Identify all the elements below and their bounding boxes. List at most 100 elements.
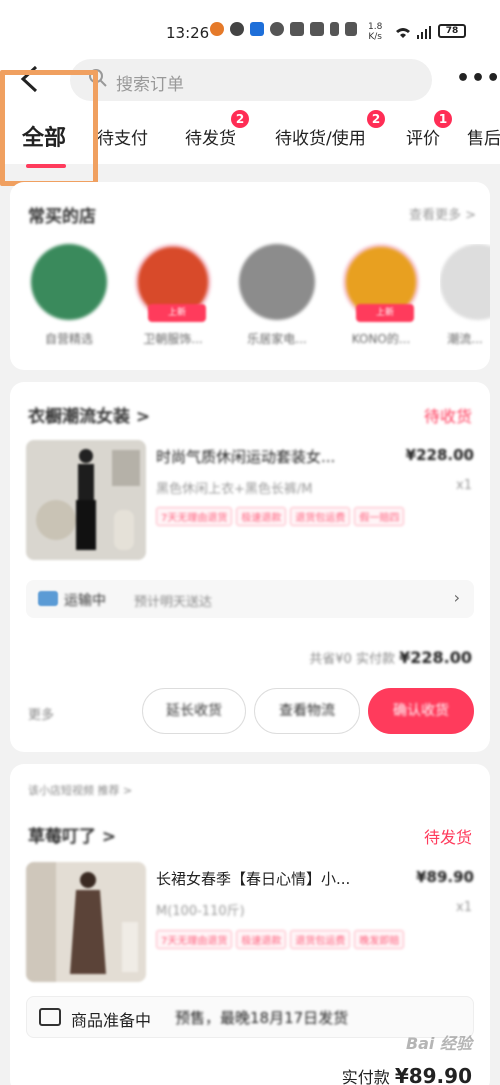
button-label: 查看物流 <box>279 703 335 719</box>
chevron-right-icon: › <box>453 588 460 607</box>
frequent-shops-card: 常买的店 查看更多 > 自营精选 上新 卫朝服饰... 乐居家电... 上新 K… <box>10 182 490 370</box>
button-label: 确认收货 <box>393 703 449 719</box>
network-speed: 1.8 K/s <box>368 22 382 42</box>
shop-item[interactable]: 乐居家电... <box>232 244 322 347</box>
tab-label: 售后 <box>467 129 500 149</box>
view-more-link[interactable]: 查看更多 > <box>409 204 476 223</box>
product-image[interactable] <box>26 862 146 982</box>
tab-badge: 2 <box>231 110 249 128</box>
total-label: 实付款 <box>355 652 395 667</box>
product-spec: 黑色休闲上衣+黑色长裤/M <box>156 482 313 497</box>
confirm-receipt-button[interactable]: 确认收货 <box>368 688 474 734</box>
tab-badge: 1 <box>434 110 452 128</box>
total-savings: 共省¥0 <box>309 652 352 667</box>
order-paid-total: 实付款 ¥89.90 <box>342 1064 472 1085</box>
shop-item[interactable]: 上新 卫朝服饰... <box>128 244 218 347</box>
nfc-icon <box>290 22 304 36</box>
order-shop-name[interactable]: 衣橱潮流女装 > <box>28 402 150 427</box>
status-notification-icons <box>210 22 357 36</box>
service-chip: 退货包运费 <box>290 507 351 526</box>
status-time: 13:26 <box>166 24 210 42</box>
status-bar: 13:26 1.8 K/s 78 <box>0 0 500 56</box>
order-card[interactable]: 衣橱潮流女装 > 待收货 时尚气质休闲运动套装女... ¥228.00 黑色休闲… <box>10 382 490 752</box>
product-quantity: x1 <box>456 478 472 493</box>
product-title[interactable]: 长裙女春季【春日心情】小... <box>156 868 386 889</box>
tab-pending-shipment[interactable]: 待发货 2 <box>185 110 249 149</box>
service-chips: 7天无理由退货 极速退款 退货包运费 晚发即赔 <box>156 930 405 949</box>
shop-tag: 上新 <box>148 304 206 322</box>
shipment-detail: 预售，最晚18月17日发货 <box>175 1009 349 1027</box>
order-shop-name[interactable]: 草莓叮了 > <box>28 822 116 847</box>
logistics-detail: 预计明天送达 <box>134 595 213 610</box>
tab-label: 待发货 <box>185 129 236 149</box>
service-chip: 7天无理由退货 <box>156 507 233 526</box>
package-icon <box>39 1008 61 1026</box>
shop-name: 乐居家电... <box>247 332 307 346</box>
network-speed-unit: K/s <box>368 32 382 42</box>
shop-avatar <box>31 244 107 320</box>
vibrate-icon <box>310 22 324 36</box>
tab-badge: 2 <box>367 110 385 128</box>
service-chip: 退货包运费 <box>290 930 351 949</box>
paid-amount: ¥89.90 <box>394 1064 472 1085</box>
service-chips: 7天无理由退货 极速退款 退货包运费 假一赔四 <box>156 507 405 526</box>
product-spec: M(100-110斤) <box>156 904 245 919</box>
network-speed-value: 1.8 <box>368 22 383 32</box>
section-title: 常买的店 <box>28 207 96 227</box>
service-chip: 假一赔四 <box>354 507 405 526</box>
shop-name: 自营精选 <box>44 332 93 346</box>
search-placeholder: 搜索订单 <box>116 75 184 95</box>
shop-name: 潮流... <box>447 332 483 346</box>
total-amount: ¥228.00 <box>399 648 472 667</box>
wifi-signal-icon <box>395 26 431 43</box>
product-price: ¥228.00 <box>405 446 474 464</box>
tab-label: 评价 <box>406 129 440 149</box>
service-chip: 极速退款 <box>236 930 287 949</box>
tab-pending-payment[interactable]: 待支付 <box>97 124 148 149</box>
order-total: 共省¥0 实付款 ¥228.00 <box>309 648 472 667</box>
app-notification-icon <box>250 22 264 36</box>
service-chip: 晚发即赔 <box>354 930 405 949</box>
shop-tag: 上新 <box>356 304 414 322</box>
search-input[interactable]: 搜索订单 <box>70 59 432 101</box>
product-price: ¥89.90 <box>416 868 474 886</box>
service-chip: 极速退款 <box>236 507 287 526</box>
button-label: 延长收货 <box>166 703 222 719</box>
order-status: 待收货 <box>423 407 472 426</box>
paid-label: 实付款 <box>341 1068 390 1085</box>
order-status: 待发货 <box>423 828 472 847</box>
shipment-status: 商品准备中 <box>71 1011 152 1030</box>
more-options-button[interactable]: ••• <box>456 66 500 91</box>
shop-item[interactable]: 潮流... <box>440 244 490 347</box>
battery-icon: 78 <box>438 24 466 38</box>
tab-label: 待收货/使用 <box>275 129 366 149</box>
view-logistics-button[interactable]: 查看物流 <box>254 688 360 734</box>
product-image[interactable] <box>26 440 146 560</box>
logistics-status: 运输中 <box>64 593 106 609</box>
bluetooth-icon <box>330 22 339 36</box>
product-quantity: x1 <box>456 900 472 915</box>
shop-item[interactable]: 自营精选 <box>24 244 114 347</box>
product-title[interactable]: 时尚气质休闲运动套装女... <box>156 446 386 467</box>
logistics-row[interactable]: 运输中 预计明天送达 › <box>26 580 474 618</box>
tab-label: 待支付 <box>97 129 148 149</box>
tab-after-sales[interactable]: 售后 <box>467 124 500 149</box>
shop-name: 卫朝服饰... <box>143 332 203 346</box>
shop-tagline[interactable]: 该小店短视频 推荐 > <box>28 782 132 798</box>
settings-icon <box>270 22 284 36</box>
shop-avatar <box>440 244 490 320</box>
tab-pending-receipt[interactable]: 待收货/使用 2 <box>275 110 385 149</box>
annotation-highlight-box <box>0 70 98 186</box>
shop-name: KONO的... <box>351 332 411 346</box>
shop-avatar <box>239 244 315 320</box>
truck-icon <box>38 591 58 606</box>
service-chip: 7天无理由退货 <box>156 930 233 949</box>
extend-receipt-button[interactable]: 延长收货 <box>142 688 246 734</box>
shop-item[interactable]: 上新 KONO的... <box>336 244 426 347</box>
app-notification-icon <box>210 22 224 36</box>
more-actions-link[interactable]: 更多 <box>28 704 54 723</box>
watermark: Bai 经验 <box>405 1034 472 1053</box>
mute-icon <box>345 22 357 36</box>
wechat-icon <box>230 22 244 36</box>
tab-review[interactable]: 评价 1 <box>406 110 452 149</box>
